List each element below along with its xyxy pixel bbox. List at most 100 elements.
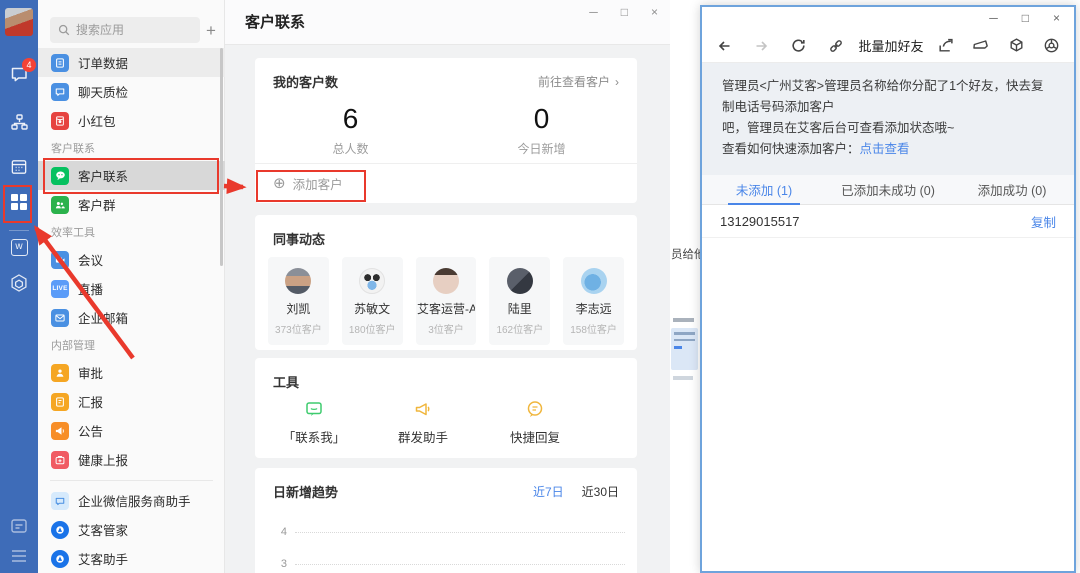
search-icon — [58, 24, 70, 36]
sidebar-item-live[interactable]: LIVE 直播 — [38, 274, 225, 303]
minimize-button[interactable]: ─ — [589, 5, 598, 19]
sidebar-item-health-report[interactable]: 健康上报 — [38, 445, 225, 474]
sidebar-item-chat-qc[interactable]: 聊天质检 — [38, 77, 225, 106]
sidebar-item-customer-group[interactable]: 客户群 — [38, 190, 225, 219]
sidebar-item-meeting[interactable]: 会议 — [38, 245, 225, 274]
forward-icon[interactable] — [753, 38, 770, 54]
approval-icon — [51, 364, 69, 382]
background-fragment — [673, 376, 693, 380]
refresh-icon[interactable] — [790, 37, 807, 54]
tools-card: 工具 「联系我」 群发助手 — [255, 358, 637, 458]
sidebar-item-enterprise-mail[interactable]: 企业邮箱 — [38, 303, 225, 332]
chart-gridline: 3 — [273, 558, 625, 570]
notice-banner: 管理员<广州艾客>管理员名称给你分配了1个好友，快去复制电话号码添加客户 吧，管… — [702, 63, 1074, 175]
files-icon[interactable] — [0, 516, 38, 536]
browser-logo-icon[interactable] — [1043, 37, 1060, 54]
app-search[interactable] — [50, 17, 200, 43]
mail-icon — [51, 309, 69, 327]
stat-new-today: 0 今日新增 — [446, 103, 637, 157]
copy-button[interactable]: 复制 — [1031, 212, 1056, 231]
tool-contact-me[interactable]: 「联系我」 — [272, 398, 356, 446]
chevron-right-icon: › — [615, 75, 619, 89]
sidebar-item-customer-contact[interactable]: 客户联系 — [38, 161, 225, 190]
sidebar-item-aike-manager[interactable]: 艾客管家 — [38, 515, 225, 544]
feedback-icon[interactable] — [972, 38, 990, 54]
rail-divider — [9, 230, 29, 231]
menu-icon[interactable] — [0, 548, 38, 564]
status-tabs: 未添加 (1) 已添加未成功 (0) 添加成功 (0) — [702, 175, 1074, 205]
my-customers-card: 我的客户数 前往查看客户 › 6 总人数 0 今日新增 — [255, 58, 637, 203]
sidebar-item-order-data[interactable]: 订单数据 — [38, 48, 225, 77]
colleague-tile[interactable]: 李志远 158位客户 — [563, 257, 624, 345]
trend-range-30d[interactable]: 近30日 — [582, 483, 619, 500]
tool-quick-reply[interactable]: 快捷回复 — [493, 398, 577, 446]
tab-added-success[interactable]: 添加成功 (0) — [950, 175, 1074, 204]
announcement-icon — [51, 422, 69, 440]
page-header: 客户联系 ─ □ × — [225, 0, 670, 45]
close-button[interactable]: × — [1053, 11, 1060, 25]
tool-group-send[interactable]: 群发助手 — [381, 398, 465, 446]
colleague-tile[interactable]: 艾客运营-A... 3位客户 — [416, 257, 477, 345]
section-label-efficiency-tools: 效率工具 — [38, 219, 225, 245]
messages-icon[interactable]: 4 — [0, 64, 38, 84]
view-how-link[interactable]: 点击查看 — [860, 142, 910, 156]
phone-row: 13129015517 复制 — [702, 205, 1074, 238]
avatar — [433, 268, 459, 294]
sidebar-item-announcement[interactable]: 公告 — [38, 416, 225, 445]
link-icon[interactable] — [827, 38, 845, 54]
close-button[interactable]: × — [651, 5, 658, 19]
card-title: 我的客户数 — [273, 72, 338, 91]
order-data-icon — [51, 54, 69, 72]
maximize-button[interactable]: □ — [621, 5, 628, 19]
share-icon[interactable] — [937, 37, 954, 54]
docs-icon[interactable]: w — [0, 239, 38, 256]
card-title: 工具 — [273, 372, 299, 391]
scrollbar[interactable] — [220, 48, 223, 266]
tab-added-unsuccessful[interactable]: 已添加未成功 (0) — [826, 175, 950, 204]
customer-group-icon — [51, 196, 69, 214]
sidebar-item-wecom-service-assistant[interactable]: 企业微信服务商助手 — [38, 486, 225, 515]
card-title: 同事动态 — [273, 229, 325, 248]
workbench-icon[interactable] — [0, 191, 38, 213]
notice-line: 吧，管理员在艾客后台可查看添加状态哦~ — [722, 118, 1054, 139]
background-fragment — [673, 318, 694, 322]
minimize-button[interactable]: ─ — [989, 11, 998, 25]
circle-plus-icon: ⊕ — [273, 174, 286, 192]
notice-line: 查看如何快速添加客户：点击查看 — [722, 139, 1054, 160]
add-app-button[interactable]: + — [206, 22, 216, 39]
group-send-icon — [381, 398, 465, 420]
aike-assistant-icon — [51, 550, 69, 568]
browser-titlebar: ─ □ × — [702, 7, 1074, 29]
sidebar-item-aike-assistant[interactable]: 艾客助手 — [38, 544, 225, 573]
colleague-tile[interactable]: 刘凯 373位客户 — [268, 257, 329, 345]
live-icon: LIVE — [51, 280, 69, 298]
back-icon[interactable] — [716, 38, 733, 54]
avatar — [285, 268, 311, 294]
user-avatar[interactable] — [0, 8, 38, 36]
chat-qc-icon — [51, 83, 69, 101]
browser-toolbar: 批量加好友 — [702, 29, 1074, 63]
tab-not-added[interactable]: 未添加 (1) — [702, 175, 826, 204]
search-input[interactable] — [76, 23, 186, 37]
sidebar-item-red-packet[interactable]: 小红包 — [38, 106, 225, 135]
add-customer-button[interactable]: ⊕ 添加客户 — [255, 163, 637, 203]
view-customers-link[interactable]: 前往查看客户 › — [538, 73, 619, 90]
page-title: 客户联系 — [245, 0, 305, 45]
batch-add-friends-window: ─ □ × 批量加好友 管理员<广州艾客>管理员名称给你分配了1个好友，快去复制… — [700, 5, 1076, 573]
colleague-tile[interactable]: 陆里 162位客户 — [489, 257, 550, 345]
sidebar-item-report[interactable]: 汇报 — [38, 387, 225, 416]
card-title: 日新增趋势 — [273, 482, 338, 501]
unread-badge: 4 — [22, 58, 36, 72]
sidebar-item-approval[interactable]: 审批 — [38, 358, 225, 387]
extension-cube-icon[interactable] — [1008, 37, 1025, 54]
customer-contact-icon — [51, 167, 69, 185]
trend-range-7d[interactable]: 近7日 — [533, 483, 564, 500]
contact-me-icon — [272, 398, 356, 420]
apps-hexagon-icon[interactable] — [0, 273, 38, 293]
red-packet-icon — [51, 112, 69, 130]
colleague-tile[interactable]: 苏敏文 180位客户 — [342, 257, 403, 345]
trend-card: 日新增趋势 近7日 近30日 4 3 — [255, 468, 637, 573]
maximize-button[interactable]: □ — [1022, 11, 1029, 25]
contacts-icon[interactable] — [0, 112, 38, 132]
calendar-icon[interactable] — [0, 157, 38, 176]
